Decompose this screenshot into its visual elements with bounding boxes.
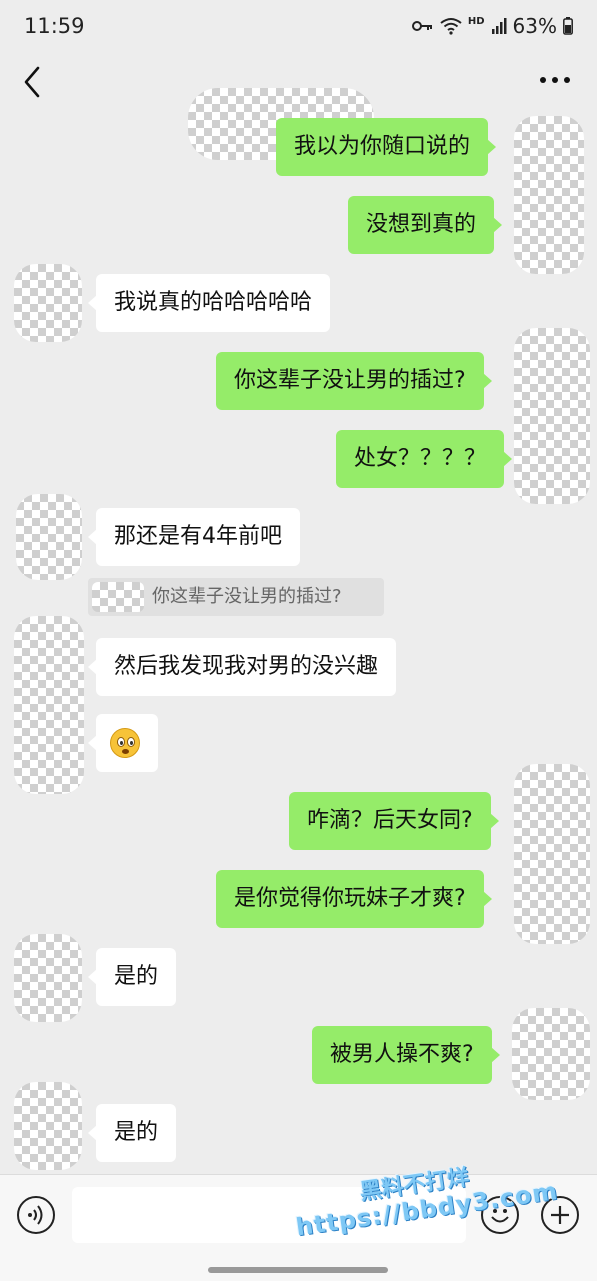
flushed-face-emoji — [110, 728, 140, 758]
status-icons: HD 63% — [411, 14, 573, 38]
more-dots-icon[interactable] — [535, 64, 575, 96]
emoji-message-bubble[interactable] — [88, 714, 158, 772]
wifi-icon — [440, 18, 462, 35]
network-type-label: HD — [467, 16, 485, 27]
home-indicator[interactable] — [208, 1267, 388, 1273]
battery-icon — [563, 17, 573, 35]
message-bubble-mine[interactable]: 没想到真的 — [348, 196, 503, 254]
message-bubble-mine[interactable]: 被男人操不爽? — [312, 1026, 500, 1084]
message-bubble-mine[interactable]: 是你觉得你玩妹子才爽? — [216, 870, 492, 928]
message-bubble-theirs[interactable]: 我说真的哈哈哈哈哈 — [87, 274, 331, 332]
contact-avatar[interactable] — [14, 1082, 82, 1170]
my-avatar[interactable] — [514, 328, 590, 504]
key-icon — [411, 21, 432, 31]
contact-avatar[interactable] — [14, 934, 82, 1022]
my-avatar[interactable] — [514, 764, 590, 944]
message-bubble-mine[interactable]: 处女？？？？ — [336, 430, 513, 488]
quoted-message[interactable]: 你这辈子没让男的插过? — [88, 578, 384, 616]
my-avatar[interactable] — [514, 116, 584, 274]
message-bubble-mine[interactable]: 我以为你随口说的 — [276, 118, 497, 176]
status-bar: 11:59 HD 63% — [0, 0, 597, 52]
message-bubble-theirs[interactable]: 是的 — [87, 948, 177, 1006]
message-bubble-theirs[interactable]: 然后我发现我对男的没兴趣 — [87, 638, 397, 696]
battery-percent: 63% — [512, 14, 557, 38]
signal-icon — [491, 18, 507, 34]
message-bubble-mine[interactable]: 你这辈子没让男的插过? — [216, 352, 492, 410]
contact-avatar[interactable] — [16, 494, 82, 580]
contact-avatar[interactable] — [14, 616, 84, 794]
my-avatar[interactable] — [512, 1008, 590, 1100]
chat-header — [0, 52, 597, 160]
message-bubble-theirs[interactable]: 那还是有4年前吧 — [88, 508, 300, 566]
status-time: 11:59 — [24, 14, 85, 38]
quoted-text: 你这辈子没让男的插过? — [152, 586, 342, 607]
quote-avatar — [92, 582, 144, 612]
message-bubble-theirs[interactable]: 是的 — [87, 1104, 177, 1162]
back-arrow-icon[interactable] — [18, 62, 50, 102]
message-bubble-mine[interactable]: 咋滴？后天女同? — [289, 792, 499, 850]
voice-icon[interactable] — [17, 1196, 55, 1234]
contact-avatar[interactable] — [14, 264, 82, 342]
